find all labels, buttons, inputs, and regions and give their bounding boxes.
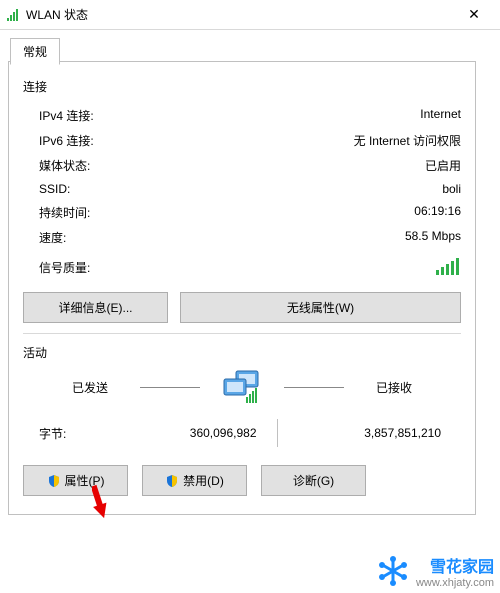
connection-buttons: 详细信息(E)... 无线属性(W) (23, 292, 461, 323)
signal-label: 信号质量: (39, 259, 90, 276)
tab-panel: 连接 IPv4 连接: Internet IPv6 连接: 无 Internet… (8, 62, 476, 515)
footer-buttons: 属性(P) 禁用(D) 诊断(G) (23, 465, 461, 496)
received-label: 已接收 (364, 379, 424, 396)
bytes-received-value: 3,857,851,210 (278, 426, 462, 440)
ipv6-label: IPv6 连接: (39, 132, 94, 149)
row-signal: 信号质量: (23, 250, 461, 282)
bytes-sent-value: 360,096,982 (93, 426, 277, 440)
watermark: 雪花家园 www.xhjaty.com (376, 553, 494, 589)
close-button[interactable]: ✕ (454, 6, 494, 23)
shield-icon (165, 474, 179, 488)
disable-label: 禁用(D) (183, 472, 224, 489)
properties-button[interactable]: 属性(P) (23, 465, 128, 496)
window-title: WLAN 状态 (26, 6, 454, 23)
bytes-row: 字节: 360,096,982 3,857,851,210 (23, 419, 461, 447)
activity-header: 已发送 已接收 (23, 369, 461, 405)
computers-icon (220, 369, 264, 405)
speed-label: 速度: (39, 229, 66, 246)
row-media: 媒体状态: 已启用 (23, 153, 461, 178)
wifi-bars-icon (6, 8, 20, 22)
snowflake-icon (376, 554, 410, 588)
speed-value: 58.5 Mbps (405, 229, 461, 246)
sent-label: 已发送 (60, 379, 120, 396)
shield-icon (47, 474, 61, 488)
disable-button[interactable]: 禁用(D) (142, 465, 247, 496)
section-connection: 连接 (23, 78, 461, 95)
dialog-client: 常规 连接 IPv4 连接: Internet IPv6 连接: 无 Inter… (8, 34, 476, 543)
row-speed: 速度: 58.5 Mbps (23, 225, 461, 250)
ipv4-label: IPv4 连接: (39, 107, 94, 124)
details-label: 详细信息(E)... (59, 299, 133, 316)
watermark-url: www.xhjaty.com (416, 577, 494, 589)
ipv6-value: 无 Internet 访问权限 (354, 132, 461, 149)
bytes-label: 字节: (23, 425, 93, 442)
properties-label: 属性(P) (65, 472, 105, 489)
diagnose-button[interactable]: 诊断(G) (261, 465, 366, 496)
ssid-label: SSID: (39, 182, 70, 196)
wireless-label: 无线属性(W) (287, 299, 354, 316)
divider (23, 333, 461, 334)
watermark-name: 雪花家园 (416, 553, 494, 577)
dash-right (284, 387, 344, 388)
diagnose-label: 诊断(G) (293, 472, 334, 489)
details-button[interactable]: 详细信息(E)... (23, 292, 168, 323)
tab-strip: 常规 (8, 34, 476, 62)
ssid-value: boli (442, 182, 461, 196)
watermark-text: 雪花家园 www.xhjaty.com (416, 553, 494, 589)
signal-bars-icon (435, 256, 461, 276)
row-ipv6: IPv6 连接: 无 Internet 访问权限 (23, 128, 461, 153)
duration-value: 06:19:16 (414, 204, 461, 221)
duration-label: 持续时间: (39, 204, 90, 221)
row-duration: 持续时间: 06:19:16 (23, 200, 461, 225)
titlebar: WLAN 状态 ✕ (0, 0, 500, 30)
row-ssid: SSID: boli (23, 178, 461, 200)
media-label: 媒体状态: (39, 157, 90, 174)
media-value: 已启用 (425, 157, 461, 174)
ipv4-value: Internet (420, 107, 461, 124)
section-activity: 活动 (23, 344, 461, 361)
row-ipv4: IPv4 连接: Internet (23, 103, 461, 128)
tab-general[interactable]: 常规 (10, 38, 60, 65)
dash-left (140, 387, 200, 388)
wireless-properties-button[interactable]: 无线属性(W) (180, 292, 461, 323)
